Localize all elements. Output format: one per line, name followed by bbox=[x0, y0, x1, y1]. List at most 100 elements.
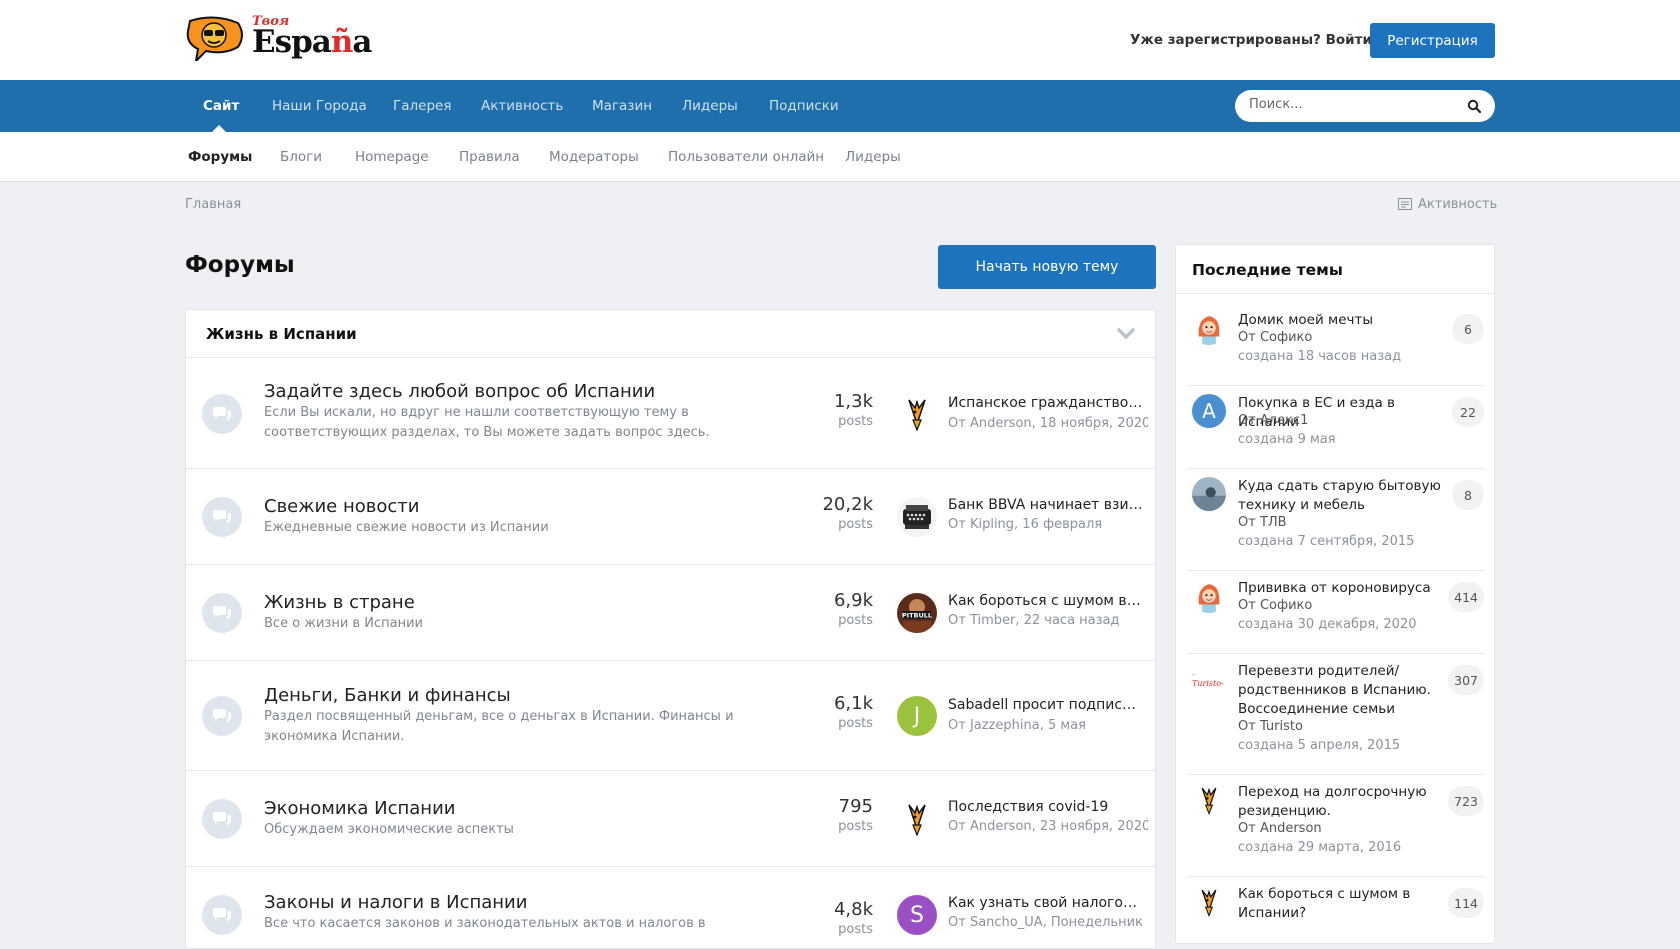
recent-topic-item: Прививка от короновируса От Софико создана… bbox=[1188, 571, 1484, 654]
svg-text:PITBULL: PITBULL bbox=[902, 612, 932, 620]
recent-topic-title[interactable]: Как бороться с шумом в Испании? bbox=[1238, 885, 1444, 923]
last-post-title[interactable]: Как узнать свой налоговы... bbox=[948, 895, 1144, 911]
forum-title[interactable]: Свежие новости bbox=[264, 496, 419, 517]
last-post-title[interactable]: Банк BBVA начинает взима... bbox=[948, 497, 1144, 513]
recent-topic-title[interactable]: Переход на долгосрочную резиденцию. bbox=[1238, 783, 1444, 821]
nav-item-activity[interactable]: Активность bbox=[481, 98, 563, 114]
forum-post-count: 20,2k bbox=[822, 494, 873, 515]
forum-title[interactable]: Законы и налоги в Испании bbox=[264, 892, 527, 913]
avatar[interactable]: -Turisto- bbox=[1192, 662, 1226, 696]
breadcrumb-home[interactable]: Главная bbox=[185, 197, 241, 212]
search-icon[interactable] bbox=[1467, 99, 1481, 113]
avatar[interactable] bbox=[1192, 885, 1226, 919]
forum-post-count: 6,9k bbox=[833, 590, 873, 611]
forum-description: Все что касается законов и законодательн… bbox=[264, 916, 706, 931]
recent-topic-title[interactable]: Прививка от короновируса bbox=[1238, 579, 1444, 598]
forum-status-icon bbox=[202, 696, 242, 736]
forum-description: Раздел посвященный деньгам, все о деньга… bbox=[264, 709, 734, 744]
recent-topic-item: Как бороться с шумом в Испании? 114 bbox=[1188, 877, 1484, 943]
forum-status-icon bbox=[202, 895, 242, 935]
search-box bbox=[1235, 90, 1495, 122]
recent-topic-item: -Turisto- Перевезти родителей/ родственни… bbox=[1188, 654, 1484, 775]
recent-topic-title[interactable]: Домик моей мечты bbox=[1238, 311, 1444, 330]
forum-row: Деньги, Банки и финансы Раздел посвященны… bbox=[186, 661, 1155, 771]
nav-item-cities[interactable]: Наши Города bbox=[272, 98, 367, 114]
nav-item-store[interactable]: Магазин bbox=[592, 98, 652, 114]
fox-avatar-icon bbox=[897, 394, 937, 434]
recent-topic-title[interactable]: Перевезти родителей/ родственников в Исп… bbox=[1238, 662, 1444, 719]
chevron-down-icon[interactable] bbox=[1117, 328, 1135, 340]
logo-wordmark-end: a bbox=[352, 24, 372, 60]
sofiko-avatar-icon bbox=[1192, 579, 1226, 613]
forum-title[interactable]: Жизнь в стране bbox=[264, 592, 415, 613]
forum-post-count-label: posts bbox=[838, 613, 873, 628]
forum-title[interactable]: Экономика Испании bbox=[264, 798, 455, 819]
nav-item-subscriptions[interactable]: Подписки bbox=[769, 98, 839, 114]
search-input[interactable] bbox=[1249, 97, 1449, 112]
avatar[interactable] bbox=[1192, 311, 1226, 345]
subnav-item-blogs[interactable]: Блоги bbox=[280, 149, 322, 165]
avatar-letter: J bbox=[913, 703, 921, 729]
forum-post-count: 1,3k bbox=[833, 391, 873, 412]
signin-label: Уже зарегистрированы? Войти bbox=[1130, 32, 1372, 48]
reply-count-badge: 723 bbox=[1448, 786, 1484, 816]
forum-description: Если Вы искали, но вдруг не нашли соотве… bbox=[264, 405, 710, 440]
avatar[interactable] bbox=[897, 394, 937, 434]
reply-count-badge: 307 bbox=[1448, 665, 1484, 695]
fox-avatar-icon bbox=[1192, 783, 1226, 817]
forum-title[interactable]: Задайте здесь любой вопрос об Испании bbox=[264, 381, 655, 402]
activity-link-label: Активность bbox=[1418, 197, 1498, 212]
subnav-item-rules[interactable]: Правила bbox=[459, 149, 520, 165]
nav-item-site[interactable]: Сайт bbox=[203, 98, 239, 114]
forum-row: Законы и налоги в Испании Все что касаетс… bbox=[186, 867, 1155, 948]
recent-topic-title[interactable]: Куда сдать старую бытовую технику и мебе… bbox=[1238, 477, 1444, 515]
forum-status-icon bbox=[202, 394, 242, 434]
forum-row: Свежие новости Ежедневные свежие новости … bbox=[186, 469, 1155, 565]
last-post-meta: От Anderson, 23 ноября, 2020 bbox=[948, 819, 1148, 834]
logo-wordmark: España bbox=[252, 24, 372, 60]
avatar[interactable] bbox=[1192, 477, 1226, 511]
avatar[interactable]: PITBULL bbox=[897, 593, 937, 633]
forum-post-count: 6,1k bbox=[833, 693, 873, 714]
last-post-title[interactable]: Sabadell просит подписать... bbox=[948, 697, 1144, 713]
avatar[interactable]: S bbox=[897, 895, 937, 935]
recent-topic-item: A Покупка в ЕС и езда в Испании От Алекс1 с… bbox=[1188, 386, 1484, 469]
nav-item-leaders[interactable]: Лидеры bbox=[682, 98, 738, 114]
avatar[interactable] bbox=[897, 497, 937, 537]
forum-row: Жизнь в стране Все о жизни в Испании 6,9k p… bbox=[186, 565, 1155, 661]
avatar[interactable] bbox=[1192, 579, 1226, 613]
avatar[interactable] bbox=[1192, 783, 1226, 817]
recent-topic-author: От Софико bbox=[1238, 330, 1313, 345]
activity-link[interactable]: Активность bbox=[1398, 197, 1497, 212]
chat-bubbles-icon bbox=[213, 606, 231, 620]
nav-item-gallery[interactable]: Галерея bbox=[393, 98, 451, 114]
signin-dropdown[interactable]: Уже зарегистрированы? Войти bbox=[1130, 32, 1388, 48]
chat-bubbles-icon bbox=[213, 407, 231, 421]
recent-topic-date: создана 29 марта, 2016 bbox=[1238, 840, 1402, 855]
chat-bubbles-icon bbox=[213, 812, 231, 826]
forum-post-count-label: posts bbox=[838, 716, 873, 731]
recent-topic-date: создана 9 мая bbox=[1238, 432, 1336, 447]
subnav-item-forums[interactable]: Форумы bbox=[188, 149, 252, 165]
new-topic-button[interactable]: Начать новую тему bbox=[938, 245, 1156, 289]
last-post-title[interactable]: Как бороться с шумом в И... bbox=[948, 593, 1144, 609]
forum-title[interactable]: Деньги, Банки и финансы bbox=[264, 685, 511, 706]
divider bbox=[1176, 293, 1494, 294]
category-title[interactable]: Жизнь в Испании bbox=[206, 325, 357, 343]
last-post-meta: От Sancho_UA, Понедельник bbox=[948, 915, 1143, 930]
site-logo[interactable]: Твоя España bbox=[184, 12, 374, 66]
subnav-item-online-users[interactable]: Пользователи онлайн bbox=[668, 149, 824, 165]
avatar[interactable]: A bbox=[1192, 394, 1226, 428]
subnav-item-leaders[interactable]: Лидеры bbox=[845, 149, 901, 165]
last-post-title[interactable]: Испанское гражданство - ... bbox=[948, 395, 1144, 411]
avatar[interactable] bbox=[897, 799, 937, 839]
subnav-item-moderators[interactable]: Модераторы bbox=[549, 149, 639, 165]
forum-description: Обсуждаем экономические аспекты bbox=[264, 822, 514, 837]
recent-topic-date: создана 5 апреля, 2015 bbox=[1238, 738, 1401, 753]
last-post-title[interactable]: Последствия covid-19 bbox=[948, 799, 1144, 815]
subnav-item-homepage[interactable]: Homepage bbox=[355, 149, 429, 165]
chat-bubbles-icon bbox=[213, 510, 231, 524]
register-button[interactable]: Регистрация bbox=[1370, 23, 1495, 58]
avatar[interactable]: J bbox=[897, 696, 937, 736]
recent-topics-title: Последние темы bbox=[1192, 261, 1343, 279]
